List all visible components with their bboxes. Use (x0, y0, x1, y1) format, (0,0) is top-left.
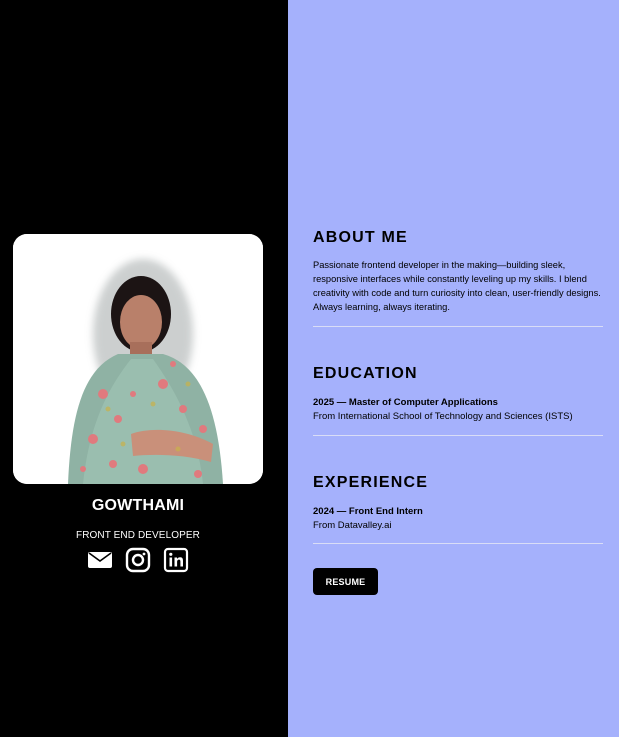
about-section: ABOUT ME Passionate frontend developer i… (313, 229, 603, 314)
experience-section: EXPERIENCE 2024 — Front End Intern From … (313, 474, 603, 533)
profile-role: FRONT END DEVELOPER (76, 530, 200, 541)
experience-subtitle: From Datavalley.ai (313, 520, 392, 531)
education-section: EDUCATION 2025 — Master of Computer Appl… (313, 365, 603, 424)
about-heading: ABOUT ME (313, 229, 408, 246)
linkedin-icon (163, 547, 189, 573)
linkedin-link[interactable] (163, 547, 189, 573)
envelope-icon (88, 552, 112, 568)
experience-heading: EXPERIENCE (313, 474, 429, 491)
portfolio-page: GOWTHAMI FRONT END DEVELOPER ABOUT ME Pa… (0, 0, 619, 737)
profile-photo (13, 234, 263, 484)
email-link[interactable] (87, 547, 113, 573)
instagram-icon (125, 547, 151, 573)
profile-photo-illustration (13, 234, 263, 484)
profile-name: GOWTHAMI (91, 497, 185, 514)
divider (313, 326, 603, 327)
instagram-link[interactable] (125, 547, 151, 573)
about-text: Passionate frontend developer in the mak… (313, 260, 601, 312)
resume-button[interactable]: RESUME (313, 568, 378, 595)
experience-title: 2024 — Front End Intern (313, 506, 423, 517)
education-subtitle: From International School of Technology … (313, 411, 573, 422)
education-title: 2025 — Master of Computer Applications (313, 397, 498, 408)
profile-panel: GOWTHAMI FRONT END DEVELOPER (0, 0, 288, 737)
divider (313, 435, 603, 436)
social-links (87, 547, 189, 573)
education-heading: EDUCATION (313, 365, 418, 382)
divider (313, 543, 603, 544)
